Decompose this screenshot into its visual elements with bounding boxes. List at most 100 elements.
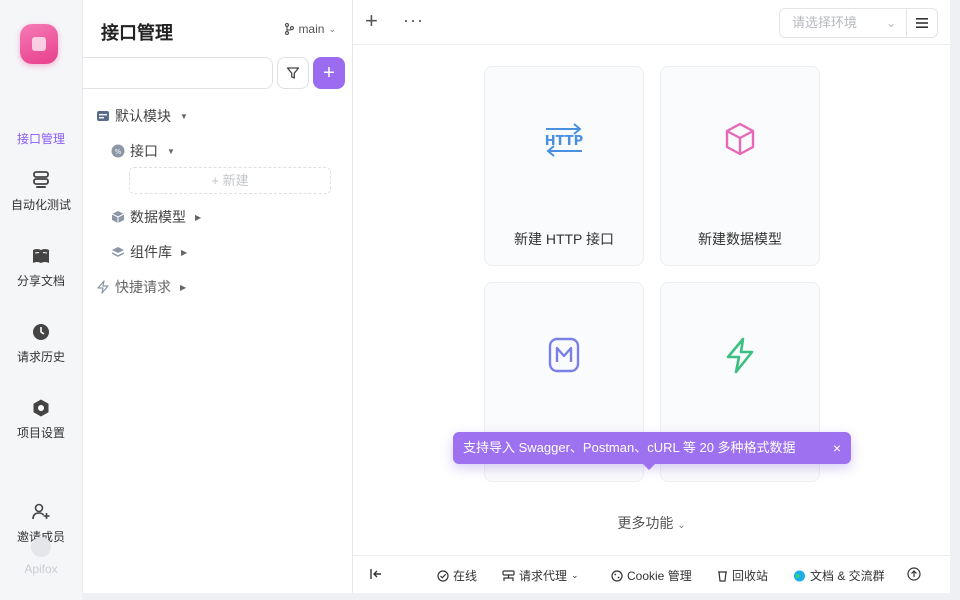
brand-name: Apifox [24, 562, 58, 576]
window-frame [950, 0, 960, 600]
cookie-icon [611, 569, 623, 582]
caret-down-icon: ▼ [180, 111, 188, 121]
docs-label: 文档 & 交流群 [810, 569, 885, 583]
chevron-down-icon: ⌄ [677, 520, 686, 531]
upgrade-button[interactable] [907, 567, 921, 581]
trash-icon [718, 570, 727, 582]
search-input[interactable] [83, 57, 273, 89]
status-bar: 在线 请求代理 ⌄ Cookie 管理 回收站 文档 & 交流群 [353, 555, 950, 593]
filter-icon [286, 67, 300, 79]
online-status[interactable]: 在线 [437, 567, 477, 584]
card-label: 新建 HTTP 接口 [513, 231, 615, 247]
api-tree-panel: 接口管理 main ⌄ + 默认模块 ▼ % 接口 ▼ + 新建 数据模型 ▶ … [82, 0, 353, 600]
panel-title: 接口管理 [101, 23, 173, 43]
card-label: 新建数据模型 [698, 231, 782, 247]
branch-icon [285, 23, 295, 35]
more-tabs-icon[interactable]: ··· [403, 11, 424, 29]
online-label: 在线 [453, 569, 478, 583]
lightning-small-icon [97, 280, 109, 294]
plus-icon: + [211, 173, 219, 188]
lightning-icon [726, 337, 754, 374]
tree-label: 组件库 [130, 244, 172, 260]
more-functions-button[interactable]: 更多功能 ⌄ [353, 513, 950, 533]
api-icon [31, 104, 51, 124]
api-folder-icon: % [111, 144, 125, 158]
clock-icon [33, 324, 49, 340]
close-icon[interactable]: × [833, 432, 841, 464]
cube-small-icon [111, 211, 125, 223]
rail-item-label: 请求历史 [16, 350, 65, 364]
rail-item-label: 分享文档 [16, 274, 65, 288]
rail-item-api[interactable]: 接口管理 [0, 104, 82, 147]
filter-button[interactable] [277, 57, 309, 89]
card-new-data-model[interactable]: 新建数据模型 [660, 66, 820, 266]
arrow-up-circle-icon [907, 567, 921, 581]
settings-icon [33, 399, 49, 417]
branch-name: main [298, 22, 325, 36]
svg-text:%: % [115, 148, 122, 156]
proxy-icon [502, 569, 515, 581]
tree-label: 快捷请求 [115, 279, 171, 295]
plus-icon: + [323, 62, 335, 84]
rail-item-label: 项目设置 [16, 426, 65, 440]
caret-down-icon: ▼ [167, 146, 175, 156]
caret-right-icon: ▶ [195, 212, 202, 222]
rail-item-settings[interactable]: 项目设置 [0, 398, 82, 441]
tree-item-apis[interactable]: % 接口 ▼ [111, 141, 175, 161]
env-placeholder: 请选择环境 [792, 15, 858, 30]
layers-icon [111, 247, 125, 257]
proxy-label: 请求代理 [519, 569, 568, 583]
chevron-down-icon: ⌄ [328, 23, 336, 34]
cube-icon [725, 122, 755, 156]
tab-bar: + ··· 请选择环境 ⌄ [353, 0, 950, 45]
tree-item-data-models[interactable]: 数据模型 ▶ [111, 207, 201, 227]
rail-item-label: 接口管理 [16, 132, 65, 146]
rail-item-auto-test[interactable]: 自动化测试 [0, 170, 82, 213]
check-circle-icon [437, 569, 449, 582]
tree-item-quick-requests[interactable]: 快捷请求 ▶ [96, 277, 186, 297]
cookie-manager-button[interactable]: Cookie 管理 [611, 567, 692, 584]
menu-icon [916, 18, 928, 28]
tree-item-components[interactable]: 组件库 ▶ [111, 242, 187, 262]
new-api-button[interactable]: + 新建 [129, 167, 331, 194]
request-proxy-button[interactable]: 请求代理 ⌄ [502, 567, 579, 584]
tree-item-default-module[interactable]: 默认模块 ▼ [96, 106, 188, 126]
test-icon [33, 171, 49, 188]
project-logo[interactable] [20, 24, 58, 64]
tree-label: 默认模块 [115, 108, 171, 124]
markdown-icon [548, 337, 580, 373]
rail-item-history[interactable]: 请求历史 [0, 322, 82, 365]
tree-label: 接口 [130, 143, 158, 159]
rail-item-share-docs[interactable]: 分享文档 [0, 246, 82, 289]
recycle-bin-button[interactable]: 回收站 [717, 567, 768, 584]
module-icon [97, 111, 109, 121]
recycle-label: 回收站 [732, 569, 769, 583]
environment-menu-button[interactable] [906, 8, 938, 38]
book-icon [33, 249, 49, 263]
new-label: 新建 [222, 173, 249, 188]
caret-right-icon: ▶ [180, 282, 187, 292]
new-tab-button[interactable]: + [365, 10, 378, 32]
collapse-left-icon [370, 569, 381, 579]
add-button[interactable]: + [313, 57, 345, 89]
main-area: + ··· 请选择环境 ⌄ HTTP 新建 HTTP 接口 新建数据模型 支持导… [353, 0, 950, 555]
app-rail: 接口管理 自动化测试 分享文档 请求历史 项目设置 Apifox [0, 0, 82, 600]
card-new-http-api[interactable]: HTTP 新建 HTTP 接口 [484, 66, 644, 266]
chat-icon [794, 570, 805, 581]
rail-item-label: 自动化测试 [10, 198, 71, 212]
collapse-sidebar-button[interactable] [369, 567, 383, 581]
http-icon: HTTP [545, 123, 583, 157]
more-functions-label: 更多功能 [617, 515, 674, 531]
import-tooltip: 支持导入 Swagger、Postman、cURL 等 20 多种格式数据 × [453, 432, 851, 470]
branch-selector[interactable]: main ⌄ [284, 22, 336, 36]
caret-right-icon: ▶ [181, 247, 188, 257]
environment-select[interactable]: 请选择环境 ⌄ [779, 8, 907, 38]
docs-community-button[interactable]: 文档 & 交流群 [793, 567, 885, 584]
svg-text:HTTP: HTTP [545, 134, 583, 149]
window-frame [82, 593, 960, 600]
brand-logo-icon [31, 537, 51, 557]
chevron-down-icon: ⌄ [571, 570, 579, 580]
tree-label: 数据模型 [130, 209, 186, 225]
cookie-label: Cookie 管理 [627, 569, 692, 583]
tooltip-text: 支持导入 Swagger、Postman、cURL 等 20 多种格式数据 [463, 440, 796, 455]
